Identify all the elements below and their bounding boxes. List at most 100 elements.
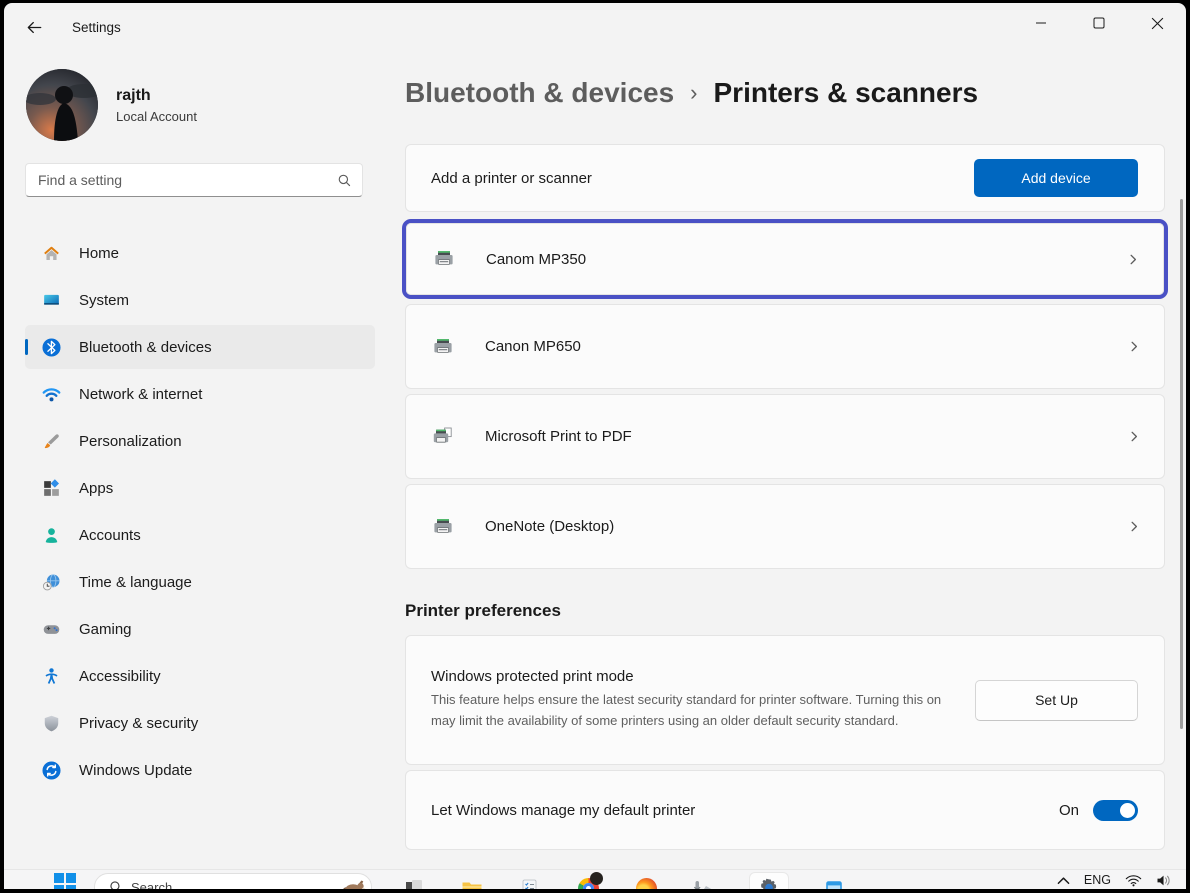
chevron-right-icon — [1126, 252, 1141, 267]
wifi-icon — [39, 382, 63, 406]
search-icon — [109, 880, 123, 889]
default-printer-toggle[interactable] — [1093, 800, 1138, 821]
back-arrow-icon — [25, 18, 44, 37]
avatar — [26, 69, 98, 141]
sidebar-nav: Home System Bluetooth & devices — [4, 231, 384, 792]
sidebar-item-label: Privacy & security — [79, 715, 198, 732]
minimize-button[interactable] — [1012, 3, 1070, 43]
firefox-icon[interactable] — [634, 876, 658, 889]
chevron-right-icon — [1127, 339, 1142, 354]
default-printer-label: Let Windows manage my default printer — [431, 802, 1059, 819]
protected-print-mode-row: Windows protected print mode This featur… — [405, 635, 1165, 765]
sidebar-item-accounts[interactable]: Accounts — [25, 513, 375, 557]
shield-icon — [39, 711, 63, 735]
sidebar-item-bluetooth-devices[interactable]: Bluetooth & devices — [25, 325, 375, 369]
add-printer-label: Add a printer or scanner — [431, 170, 974, 187]
file-explorer-icon[interactable] — [460, 876, 484, 889]
tray-language-indicator[interactable]: ENG — [1084, 873, 1111, 887]
breadcrumb: Bluetooth & devices › Printers & scanner… — [405, 77, 1165, 109]
sidebar-item-home[interactable]: Home — [25, 231, 375, 275]
printer-row-canom-mp350[interactable]: Canom MP350 — [406, 223, 1164, 295]
default-printer-row: Let Windows manage my default printer On — [405, 770, 1165, 850]
globe-clock-icon — [39, 570, 63, 594]
sidebar-item-personalization[interactable]: Personalization — [25, 419, 375, 463]
highlight-box: Canom MP350 — [402, 219, 1168, 299]
sidebar-item-time-language[interactable]: Time & language — [25, 560, 375, 604]
search-highlight-animal-image — [341, 875, 367, 889]
set-up-button[interactable]: Set Up — [975, 680, 1138, 721]
sidebar-item-apps[interactable]: Apps — [25, 466, 375, 510]
sidebar: rajth Local Account Home — [4, 51, 384, 869]
printer-name: Canom MP350 — [486, 251, 1126, 268]
printer-name: Microsoft Print to PDF — [485, 428, 1127, 445]
sidebar-item-system[interactable]: System — [25, 278, 375, 322]
sidebar-item-label: Windows Update — [79, 762, 192, 779]
sidebar-item-label: Accessibility — [79, 668, 161, 685]
accessibility-person-icon — [39, 664, 63, 688]
blue-window-app-icon[interactable] — [822, 876, 846, 889]
chrome-icon[interactable] — [576, 876, 600, 889]
printer-pdf-icon — [431, 425, 457, 449]
settings-taskbar-icon[interactable] — [750, 873, 788, 889]
scrollbar[interactable] — [1180, 199, 1183, 729]
printer-icon — [431, 335, 457, 359]
window-title: Settings — [72, 20, 121, 35]
back-button[interactable] — [18, 11, 50, 43]
sidebar-item-label: Apps — [79, 480, 113, 497]
search-input[interactable] — [38, 172, 337, 188]
person-icon — [39, 523, 63, 547]
printer-name: Canon MP650 — [485, 338, 1127, 355]
printer-preferences-heading: Printer preferences — [405, 601, 1165, 621]
apps-grid-icon — [39, 476, 63, 500]
printer-name: OneNote (Desktop) — [485, 518, 1127, 535]
printer-row-onenote-desktop[interactable]: OneNote (Desktop) — [405, 484, 1165, 569]
tray-wifi-icon[interactable] — [1125, 874, 1142, 887]
task-manager-icon[interactable] — [518, 876, 542, 889]
minimize-icon — [1035, 17, 1047, 29]
close-button[interactable] — [1128, 3, 1186, 43]
find-setting-searchbox — [25, 163, 363, 197]
add-device-button[interactable]: Add device — [974, 159, 1138, 197]
sidebar-item-label: Personalization — [79, 433, 182, 450]
sidebar-item-privacy-security[interactable]: Privacy & security — [25, 701, 375, 745]
tray-speaker-icon[interactable] — [1156, 874, 1172, 887]
maximize-button[interactable] — [1070, 3, 1128, 43]
printer-row-ms-print-to-pdf[interactable]: Microsoft Print to PDF — [405, 394, 1165, 479]
sidebar-item-gaming[interactable]: Gaming — [25, 607, 375, 651]
breadcrumb-parent[interactable]: Bluetooth & devices — [405, 77, 674, 109]
main-content: Bluetooth & devices › Printers & scanner… — [384, 51, 1186, 869]
printer-icon — [431, 515, 457, 539]
tray-chevron-up-icon[interactable] — [1057, 876, 1070, 885]
sidebar-item-network-internet[interactable]: Network & internet — [25, 372, 375, 416]
printer-row-canon-mp650[interactable]: Canon MP650 — [405, 304, 1165, 389]
protected-print-title: Windows protected print mode — [431, 668, 945, 685]
user-account[interactable]: rajth Local Account — [26, 69, 384, 141]
sidebar-item-windows-update[interactable]: Windows Update — [25, 748, 375, 792]
recording-app-icon[interactable] — [692, 876, 716, 889]
start-button[interactable] — [54, 873, 76, 889]
home-icon — [39, 241, 63, 265]
search-icon — [337, 173, 352, 188]
selected-indicator — [25, 339, 28, 355]
settings-window: Settings — [4, 3, 1186, 869]
sidebar-item-label: Time & language — [79, 574, 192, 591]
breadcrumb-separator: › — [690, 80, 697, 106]
app-window-stack-icon[interactable] — [402, 876, 426, 889]
sidebar-item-label: Bluetooth & devices — [79, 339, 212, 356]
sidebar-item-label: Network & internet — [79, 386, 202, 403]
page-title: Printers & scanners — [714, 77, 979, 109]
system-icon — [39, 288, 63, 312]
user-account-type: Local Account — [116, 109, 197, 124]
protected-print-description: This feature helps ensure the latest sec… — [431, 690, 945, 731]
paintbrush-icon — [39, 429, 63, 453]
titlebar: Settings — [4, 3, 1186, 51]
sidebar-item-label: Home — [79, 245, 119, 262]
chevron-right-icon — [1127, 429, 1142, 444]
maximize-icon — [1093, 17, 1105, 29]
bluetooth-icon — [39, 335, 63, 359]
printer-icon — [432, 247, 458, 271]
toggle-knob — [1120, 803, 1135, 818]
chrome-profile-badge — [590, 872, 603, 885]
taskbar-search[interactable]: Search — [94, 873, 372, 889]
sidebar-item-accessibility[interactable]: Accessibility — [25, 654, 375, 698]
